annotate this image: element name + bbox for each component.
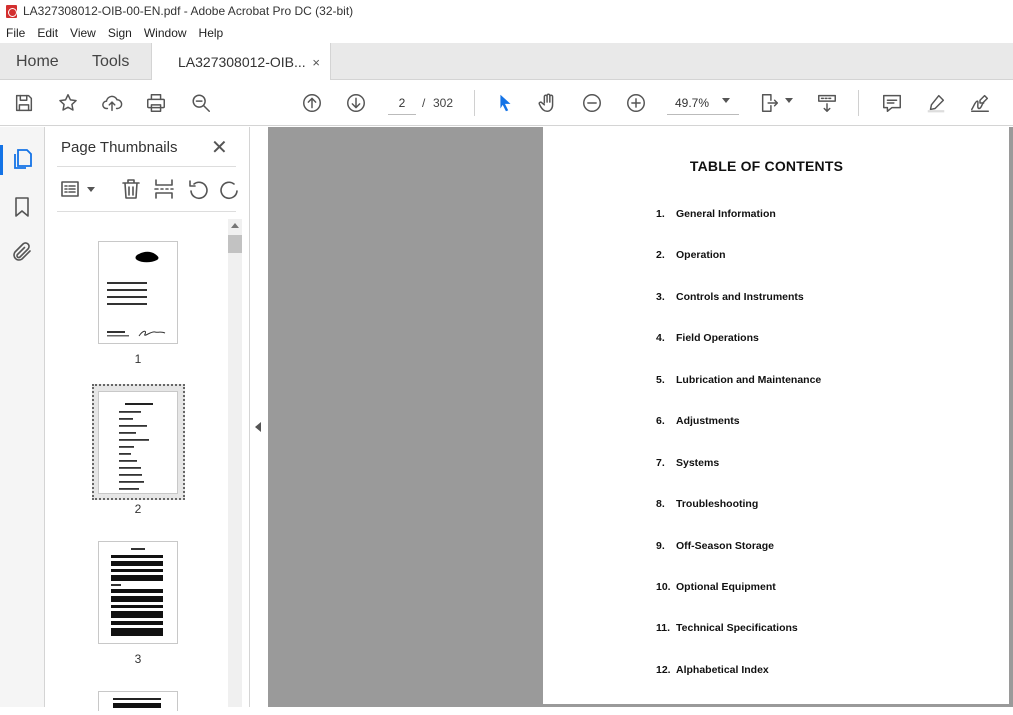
thumbnails-scrollbar[interactable]	[228, 219, 242, 707]
collapse-panel-icon[interactable]	[255, 422, 261, 432]
panel-divider	[57, 211, 236, 212]
hand-icon[interactable]	[536, 91, 560, 115]
pages-icon[interactable]	[10, 147, 34, 171]
page-separator: /	[422, 96, 426, 110]
trash-icon[interactable]	[119, 177, 143, 201]
toc-item[interactable]: 10. Optional Equipment	[656, 581, 776, 593]
chevron-down-icon[interactable]	[722, 98, 730, 103]
document-page: TABLE OF CONTENTS 1. General Information …	[543, 127, 1009, 704]
upload-icon[interactable]	[100, 91, 124, 115]
menu-help[interactable]: Help	[193, 26, 230, 40]
page-number-input[interactable]: 2	[388, 91, 416, 115]
menu-bar: File Edit View Sign Window Help	[0, 22, 1013, 43]
menu-window[interactable]: Window	[138, 26, 193, 40]
page-up-icon[interactable]	[300, 91, 324, 115]
zoom-level-field[interactable]: 49.7%	[667, 91, 739, 115]
pdf-file-icon	[6, 4, 17, 18]
toc-item[interactable]: 3. Controls and Instruments	[656, 291, 804, 303]
thumbnail-number: 1	[134, 352, 142, 366]
attachment-icon[interactable]	[10, 240, 34, 264]
menu-sign[interactable]: Sign	[102, 26, 138, 40]
sign-icon[interactable]	[968, 91, 992, 115]
toolbar-divider	[474, 90, 475, 116]
toc-item[interactable]: 11. Technical Specifications	[656, 622, 798, 634]
chevron-down-icon[interactable]	[87, 187, 95, 192]
star-icon[interactable]	[56, 91, 80, 115]
rail-active-indicator	[0, 145, 3, 175]
title-bar: LA327308012-OIB-00-EN.pdf - Adobe Acroba…	[0, 0, 1013, 22]
fit-page-icon[interactable]	[758, 91, 782, 115]
toc-item[interactable]: 6. Adjustments	[656, 415, 740, 427]
page-heading: TABLE OF CONTENTS	[689, 158, 844, 174]
page-thumbnail-4[interactable]	[98, 691, 178, 711]
highlight-icon[interactable]	[924, 91, 948, 115]
chevron-down-icon[interactable]	[785, 98, 793, 103]
save-icon[interactable]	[12, 91, 36, 115]
tab-document[interactable]: LA327308012-OIB... ×	[151, 43, 331, 81]
menu-edit[interactable]: Edit	[31, 26, 64, 40]
zoom-in-icon[interactable]	[624, 91, 648, 115]
document-viewer[interactable]: TABLE OF CONTENTS 1. General Information …	[268, 127, 1013, 707]
insert-icon[interactable]	[152, 177, 176, 201]
comment-icon[interactable]	[880, 91, 904, 115]
page-thumbnail-3[interactable]	[98, 541, 178, 644]
select-arrow-icon[interactable]	[493, 91, 517, 115]
panel-splitter[interactable]	[250, 127, 268, 707]
tab-home[interactable]: Home	[0, 43, 76, 80]
zoom-search-icon[interactable]	[189, 91, 213, 115]
menu-file[interactable]: File	[0, 26, 31, 40]
undo-icon[interactable]	[186, 177, 210, 201]
tab-tools[interactable]: Tools	[76, 43, 151, 80]
close-icon[interactable]: ✕	[211, 135, 228, 160]
toc-item[interactable]: 12. Alphabetical Index	[656, 664, 769, 676]
bookmark-icon[interactable]	[10, 195, 34, 219]
scroll-mode-icon[interactable]	[815, 91, 839, 115]
print-icon[interactable]	[144, 91, 168, 115]
options-icon[interactable]	[59, 177, 83, 201]
toc-item[interactable]: 2. Operation	[656, 249, 726, 261]
panel-divider	[57, 166, 236, 167]
zoom-out-icon[interactable]	[580, 91, 604, 115]
thumbnails-panel: Page Thumbnails ✕ 1 2 3	[45, 127, 250, 711]
thumbnail-number: 2	[134, 502, 142, 516]
menu-view[interactable]: View	[64, 26, 102, 40]
toolbar-divider	[858, 90, 859, 116]
left-rail	[0, 127, 45, 707]
thumbnail-number: 3	[134, 652, 142, 666]
tab-bar: Home Tools LA327308012-OIB... ×	[0, 43, 1013, 81]
scrollbar-thumb[interactable]	[228, 235, 242, 253]
page-total: 302	[433, 96, 454, 110]
toc-item[interactable]: 5. Lubrication and Maintenance	[656, 374, 821, 386]
page-thumbnail-1[interactable]	[98, 241, 178, 344]
redo-icon[interactable]	[218, 177, 242, 201]
scroll-up-icon[interactable]	[231, 223, 239, 228]
panel-title: Page Thumbnails	[61, 139, 178, 156]
tab-document-label: LA327308012-OIB...	[178, 54, 306, 70]
page-down-icon[interactable]	[344, 91, 368, 115]
toc-item[interactable]: 4. Field Operations	[656, 332, 759, 344]
toc-item[interactable]: 8. Troubleshooting	[656, 498, 758, 510]
page-thumbnail-2[interactable]	[98, 391, 178, 494]
tab-close-button[interactable]: ×	[312, 55, 320, 70]
toc-item[interactable]: 9. Off-Season Storage	[656, 540, 774, 552]
toc-item[interactable]: 7. Systems	[656, 457, 719, 469]
toc-item[interactable]: 1. General Information	[656, 208, 776, 220]
window-title: LA327308012-OIB-00-EN.pdf - Adobe Acroba…	[23, 4, 354, 18]
